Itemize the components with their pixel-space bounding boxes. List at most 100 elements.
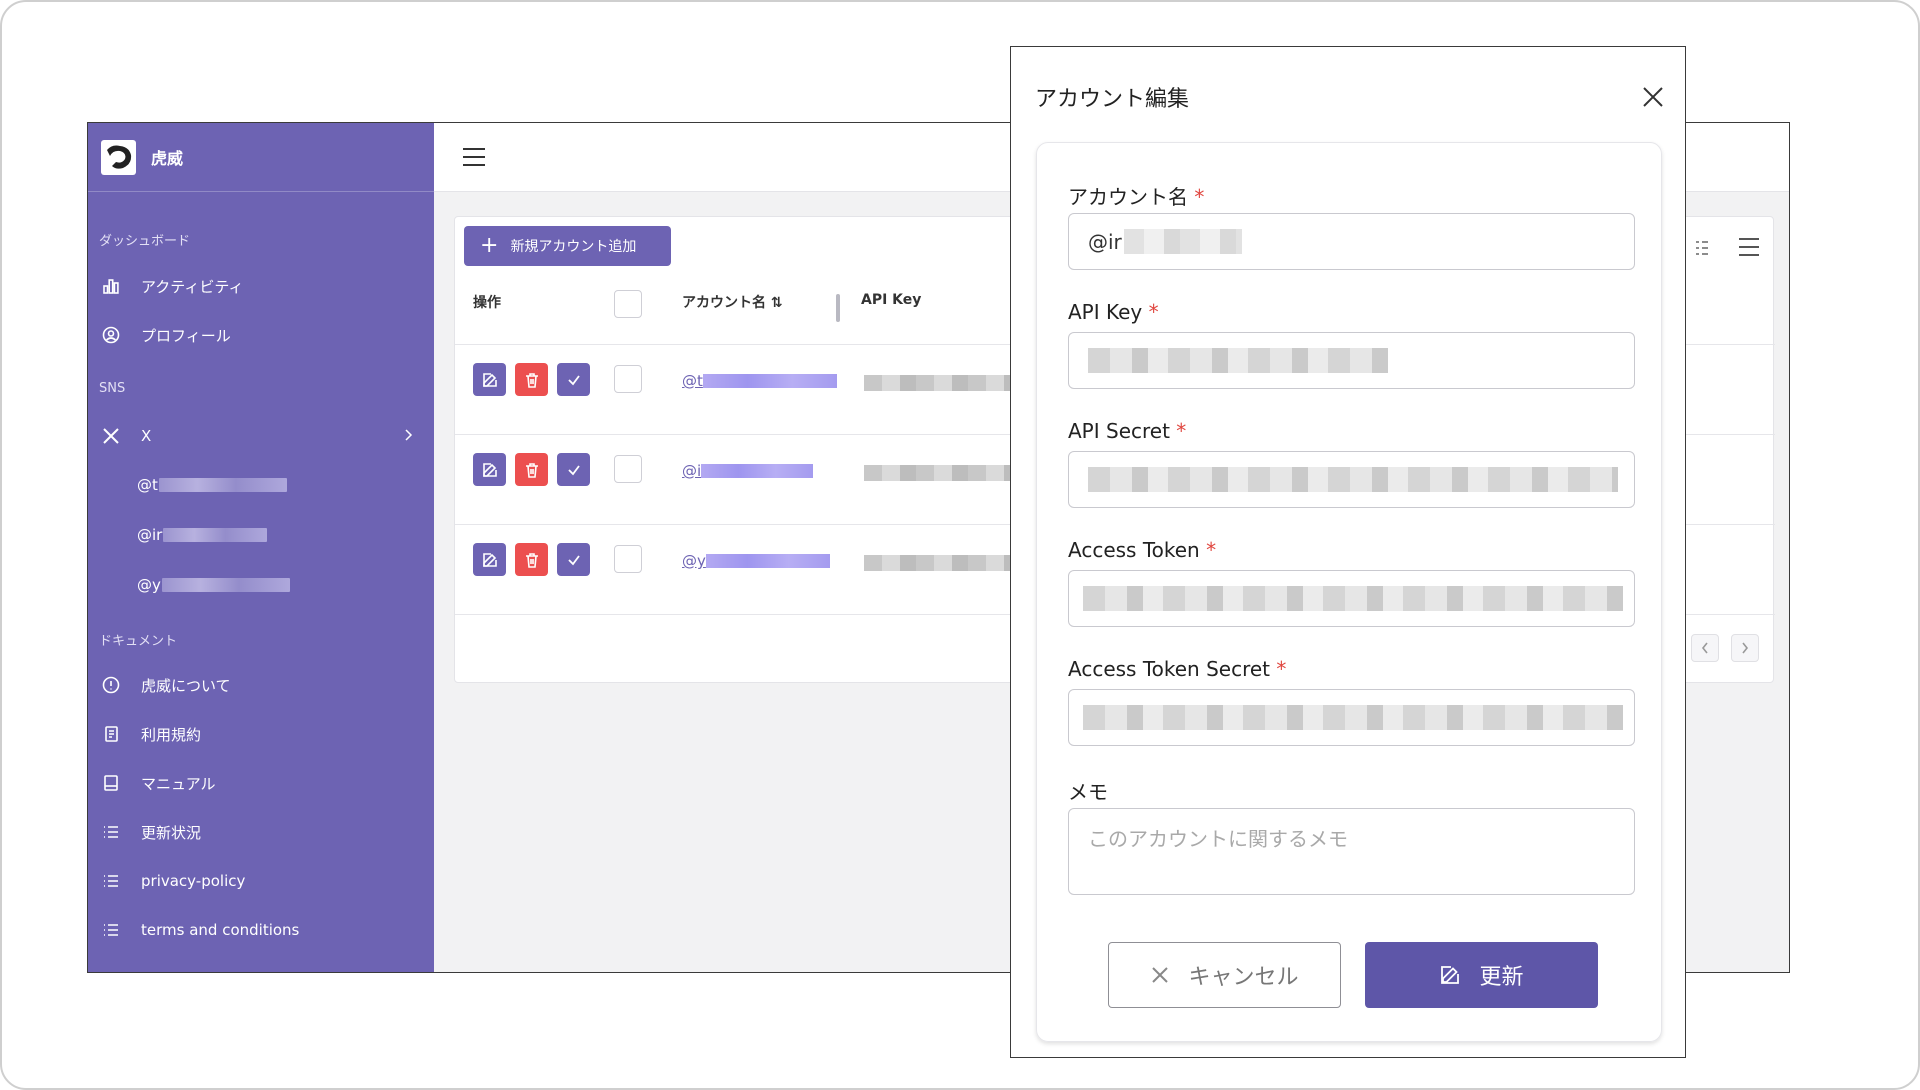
- sidebar-x-account-3[interactable]: @y: [137, 571, 290, 599]
- api-key-value: [864, 465, 1014, 481]
- trash-icon: [525, 552, 538, 568]
- sidebar-item-label: 更新状況: [141, 823, 202, 842]
- x-account-handle: @y: [137, 576, 161, 594]
- sidebar-item-label: privacy-policy: [141, 872, 246, 890]
- delete-button[interactable]: [515, 453, 548, 486]
- sidebar-item-label: 利用規約: [141, 725, 202, 744]
- memo-textarea[interactable]: このアカウントに関するメモ: [1068, 808, 1635, 895]
- confirm-button[interactable]: [557, 363, 590, 396]
- cancel-label: キャンセル: [1188, 965, 1299, 990]
- sidebar-item-updates[interactable]: 更新状況: [101, 816, 419, 848]
- sidebar-item-privacy[interactable]: privacy-policy: [101, 865, 419, 897]
- account-handle: @y: [682, 552, 706, 570]
- access-token-secret-input[interactable]: [1068, 689, 1635, 746]
- info-circle-icon: [101, 675, 121, 695]
- section-dashboard: ダッシュボード: [99, 234, 191, 249]
- row-checkbox[interactable]: [614, 545, 642, 573]
- edit-button[interactable]: [473, 543, 506, 576]
- delete-button[interactable]: [515, 543, 548, 576]
- header-account-name[interactable]: アカウント名 ⇅: [682, 292, 783, 312]
- row-divider: [455, 434, 1015, 435]
- memo-label: メモ: [1068, 780, 1108, 804]
- check-icon: [567, 554, 580, 565]
- sidebar-item-label: アクティビティ: [141, 277, 244, 296]
- api-key-label: API Key *: [1068, 300, 1159, 324]
- user-circle-icon: [101, 325, 121, 345]
- sidebar-item-terms-ja[interactable]: 利用規約: [101, 718, 419, 750]
- check-icon: [567, 374, 580, 385]
- update-label: 更新: [1479, 965, 1524, 990]
- access-token-secret-label: Access Token Secret *: [1068, 657, 1287, 681]
- chevron-left-icon: [1701, 642, 1708, 654]
- update-button[interactable]: 更新: [1365, 942, 1598, 1008]
- header-api-key: API Key: [861, 292, 922, 308]
- list-icon: [101, 920, 121, 940]
- trash-icon: [525, 462, 538, 478]
- api-secret-input[interactable]: [1068, 451, 1635, 508]
- add-account-button[interactable]: + 新規アカウント追加: [464, 226, 671, 266]
- confirm-button[interactable]: [557, 453, 590, 486]
- edit-icon: [1439, 964, 1461, 986]
- row-divider: [455, 524, 1015, 525]
- hamburger-menu-icon[interactable]: [462, 147, 486, 171]
- sidebar-item-manual[interactable]: マニュアル: [101, 767, 419, 799]
- column-separator[interactable]: [836, 294, 840, 322]
- list-icon: [101, 871, 121, 891]
- section-sns: SNS: [99, 381, 126, 396]
- sidebar-item-x[interactable]: X: [101, 420, 419, 452]
- select-all-checkbox[interactable]: [614, 290, 642, 318]
- row-checkbox[interactable]: [614, 455, 642, 483]
- row-checkbox[interactable]: [614, 365, 642, 393]
- scroll-document-icon: [101, 724, 121, 744]
- sidebar-item-about[interactable]: 虎威について: [101, 669, 419, 701]
- sidebar-item-activity[interactable]: アクティビティ: [101, 270, 419, 302]
- confirm-button[interactable]: [557, 543, 590, 576]
- row-divider: [455, 614, 1015, 615]
- trash-icon: [525, 372, 538, 388]
- section-docs: ドキュメント: [99, 634, 178, 649]
- brand-name: 虎威: [151, 149, 184, 168]
- brand[interactable]: 虎威: [88, 123, 434, 192]
- sidebar-item-label: プロフィール: [141, 326, 231, 345]
- plus-icon: +: [480, 233, 499, 258]
- list-view-icon[interactable]: [1695, 237, 1709, 263]
- sidebar-x-account-2[interactable]: @ir: [137, 521, 268, 549]
- access-token-secret-value: [1083, 705, 1623, 730]
- check-icon: [567, 464, 580, 475]
- pencil-icon: [482, 372, 497, 387]
- cancel-button[interactable]: キャンセル: [1108, 942, 1341, 1008]
- close-icon[interactable]: [1641, 85, 1665, 109]
- sidebar-x-account-1[interactable]: @t: [137, 471, 287, 499]
- account-link[interactable]: @t: [682, 372, 837, 390]
- header-ops: 操作: [473, 295, 501, 311]
- close-icon: [1150, 965, 1170, 985]
- list-icon: [101, 822, 121, 842]
- sidebar: 虎威 ダッシュボード アクティビティ プロフィール SNS X @t @ir @…: [88, 123, 434, 972]
- menu-lines-icon[interactable]: [1737, 235, 1761, 263]
- edit-button[interactable]: [473, 363, 506, 396]
- x-account-handle: @t: [137, 476, 158, 494]
- prev-page-button[interactable]: [1691, 634, 1719, 662]
- sidebar-item-label: X: [141, 427, 152, 445]
- account-name-input[interactable]: @ir: [1068, 213, 1635, 270]
- account-link[interactable]: @y: [682, 552, 830, 570]
- memo-placeholder: このアカウントに関するメモ: [1088, 827, 1348, 851]
- api-key-value: [1088, 348, 1388, 373]
- sidebar-item-profile[interactable]: プロフィール: [101, 319, 419, 351]
- book-icon: [101, 773, 121, 793]
- next-page-button[interactable]: [1731, 634, 1759, 662]
- account-name-label: アカウント名 *: [1068, 185, 1205, 209]
- api-secret-label: API Secret *: [1068, 419, 1187, 443]
- modal-title: アカウント編集: [1035, 87, 1190, 112]
- access-token-input[interactable]: [1068, 570, 1635, 627]
- delete-button[interactable]: [515, 363, 548, 396]
- sidebar-item-label: 虎威について: [141, 676, 231, 695]
- api-key-input[interactable]: [1068, 332, 1635, 389]
- api-key-value: [864, 555, 1014, 571]
- api-key-value: [864, 375, 1014, 391]
- edit-button[interactable]: [473, 453, 506, 486]
- account-link[interactable]: @i: [682, 462, 814, 480]
- bar-chart-icon: [101, 276, 121, 296]
- sidebar-item-terms-en[interactable]: terms and conditions: [101, 914, 419, 946]
- sidebar-item-label: マニュアル: [141, 774, 216, 793]
